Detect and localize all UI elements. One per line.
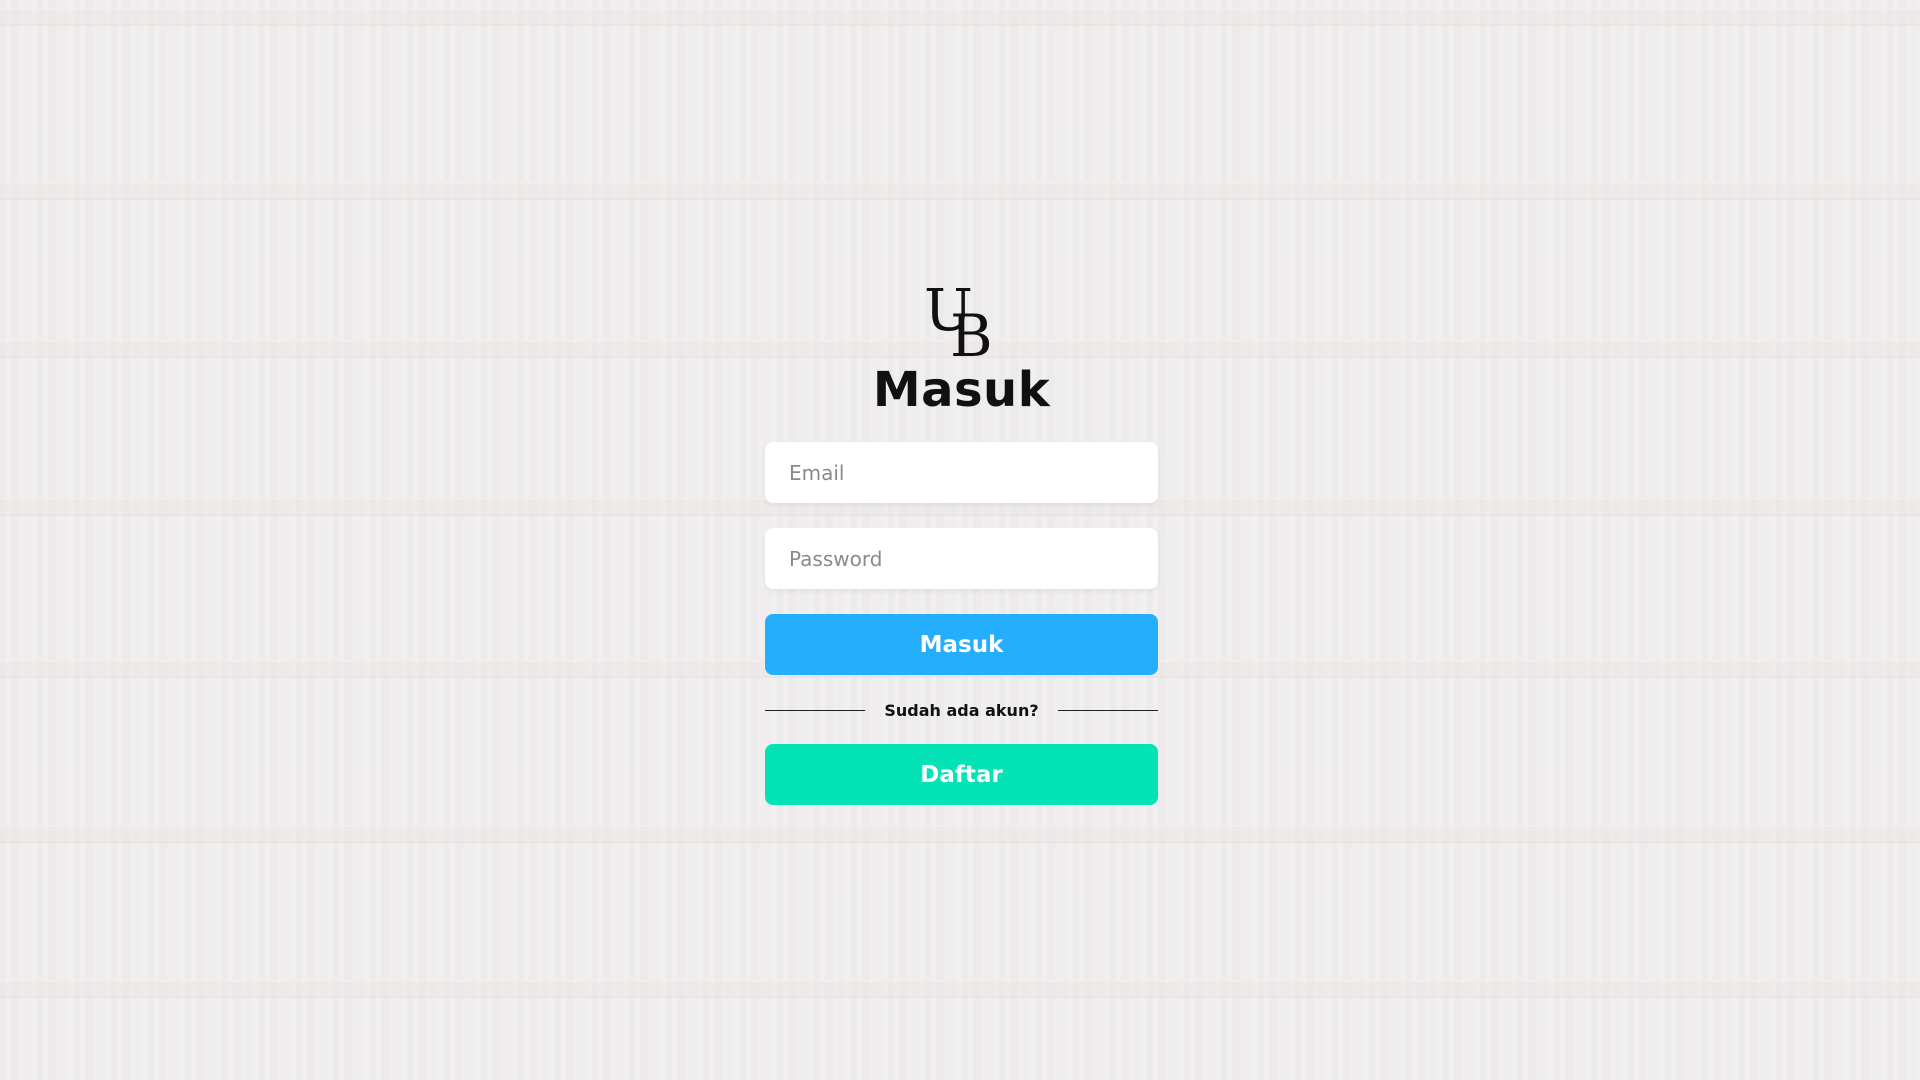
ub-monogram-icon: U B [924,276,993,360]
login-page: U B Masuk Masuk Sudah ada akun? Daftar [0,0,1920,1080]
login-form: U B Masuk Masuk Sudah ada akun? Daftar [765,270,1158,805]
divider: Sudah ada akun? [765,701,1158,720]
svg-text:B: B [950,302,993,360]
divider-line-left [765,710,865,711]
password-field[interactable] [765,528,1158,589]
page-title: Masuk [872,362,1051,418]
divider-text: Sudah ada akun? [884,701,1039,720]
email-field[interactable] [765,442,1158,503]
login-button[interactable]: Masuk [765,614,1158,675]
divider-line-right [1058,710,1158,711]
register-button[interactable]: Daftar [765,744,1158,805]
